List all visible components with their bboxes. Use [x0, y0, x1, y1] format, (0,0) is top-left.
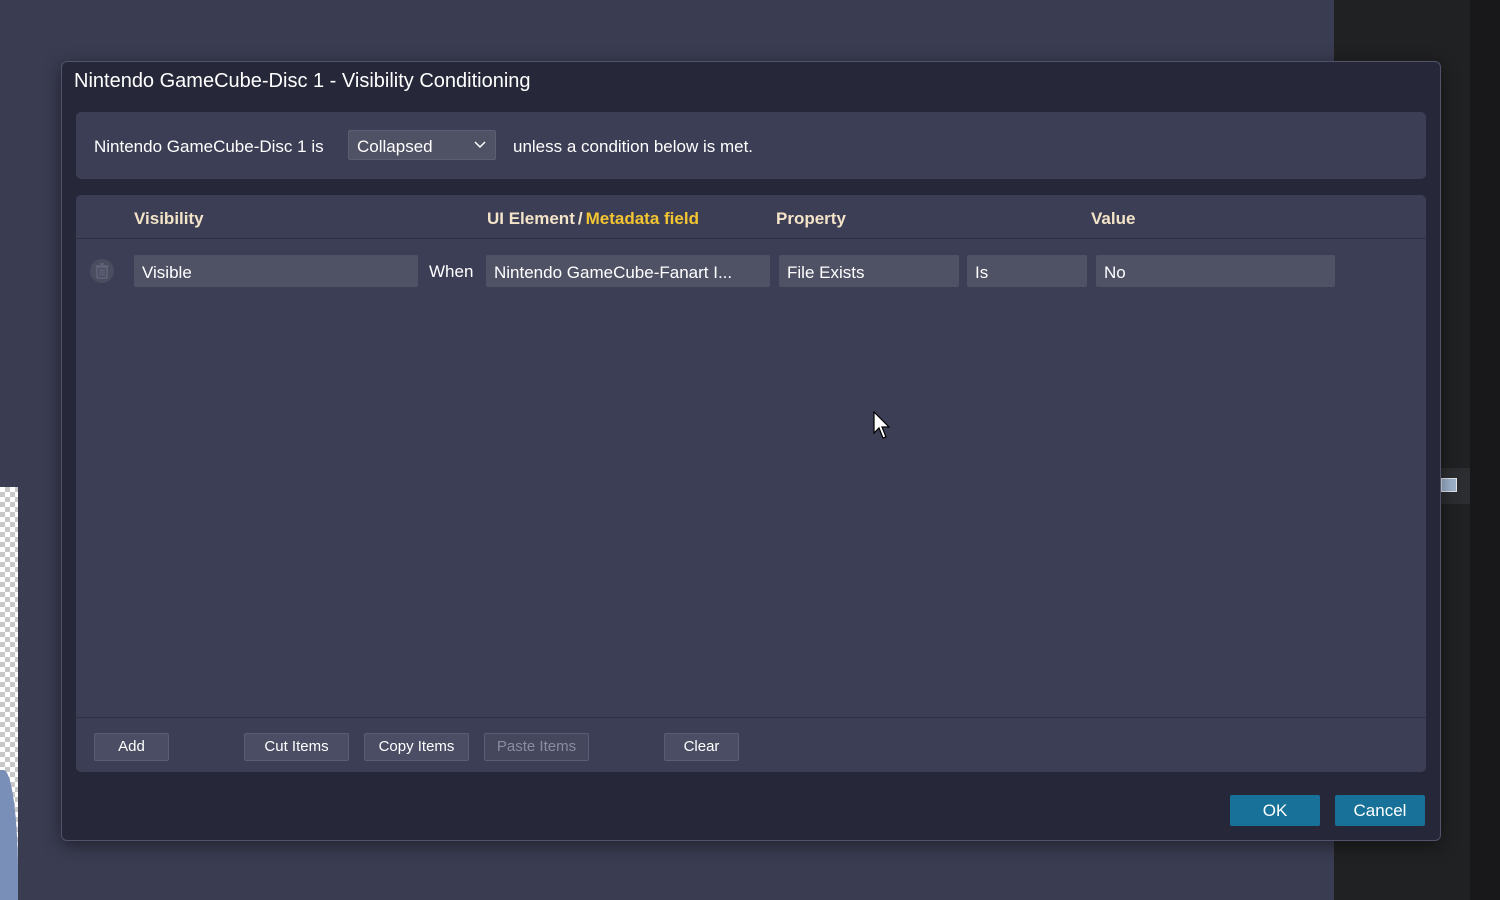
default-state-panel: Nintendo GameCube-Disc 1 is Collapsed un… — [76, 112, 1426, 179]
dialog-title: Nintendo GameCube-Disc 1 - Visibility Co… — [74, 70, 531, 92]
image-thumbnail-icon — [1441, 478, 1457, 492]
visibility-conditioning-dialog: Nintendo GameCube-Disc 1 - Visibility Co… — [61, 61, 1441, 841]
paste-items-button[interactable]: Paste Items — [484, 733, 589, 761]
footer-divider — [76, 717, 1426, 718]
trash-icon — [95, 263, 109, 279]
default-state-value: Collapsed — [357, 137, 433, 156]
header-divider — [76, 238, 1426, 239]
chevron-down-icon — [474, 141, 486, 149]
when-label: When — [429, 262, 474, 281]
background-window-strip — [1470, 0, 1500, 900]
column-header-ui-element: UI Element / Metadata field — [487, 209, 699, 229]
property-select[interactable]: File Exists — [779, 255, 959, 287]
column-header-property: Property — [776, 209, 846, 228]
cut-items-button[interactable]: Cut Items — [244, 733, 349, 761]
operator-select[interactable]: Is — [967, 255, 1087, 287]
default-state-prefix: Nintendo GameCube-Disc 1 is — [94, 137, 324, 156]
add-button[interactable]: Add — [94, 733, 169, 761]
delete-row-button[interactable] — [90, 259, 114, 283]
default-state-suffix: unless a condition below is met. — [513, 137, 754, 156]
column-header-ui-element-label: UI Element — [487, 209, 575, 228]
value-select[interactable]: No — [1096, 255, 1335, 287]
visibility-select[interactable]: Visible — [134, 255, 418, 287]
default-state-select[interactable]: Collapsed — [348, 130, 496, 160]
column-header-separator: / — [577, 209, 583, 228]
clear-button[interactable]: Clear — [664, 733, 739, 761]
conditions-grid: Visibility UI Element / Metadata field Pro… — [76, 195, 1426, 772]
cancel-button[interactable]: Cancel — [1335, 795, 1425, 826]
mouse-cursor-icon — [873, 411, 891, 439]
column-header-value: Value — [1091, 209, 1136, 228]
column-header-metadata-field: Metadata field — [585, 209, 699, 228]
ui-element-select[interactable]: Nintendo GameCube-Fanart I... — [486, 255, 770, 287]
ok-button[interactable]: OK — [1230, 795, 1320, 826]
copy-items-button[interactable]: Copy Items — [364, 733, 469, 761]
column-header-visibility: Visibility — [134, 209, 204, 228]
